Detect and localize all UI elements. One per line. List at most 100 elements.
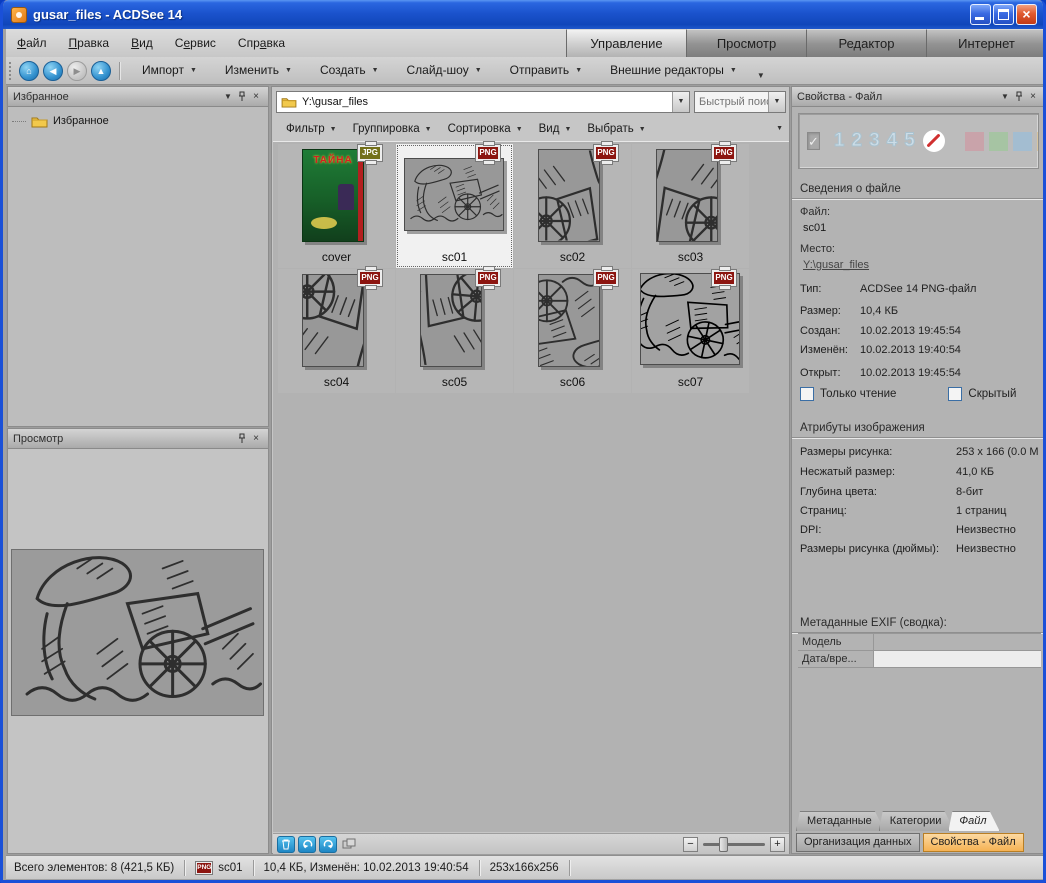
panel-close-icon[interactable]: × (249, 430, 263, 448)
rating-3[interactable]: 3 (869, 130, 880, 152)
preview-image[interactable] (11, 549, 264, 716)
hidden-checkbox[interactable] (948, 387, 962, 401)
exif-row-model[interactable]: Модель (798, 634, 1041, 651)
thumbnail-image[interactable] (302, 274, 364, 367)
zoom-slider-track[interactable] (703, 843, 765, 846)
thumbnail-image[interactable]: ТАЙНА (302, 149, 364, 242)
file-name-value[interactable]: sc01 (803, 222, 826, 234)
thumbnail-image[interactable] (538, 274, 600, 367)
thumbnail-image[interactable] (656, 149, 718, 242)
tab-metadata[interactable]: Метаданные (796, 811, 885, 831)
address-path[interactable]: Y:\gusar_files (297, 96, 672, 108)
select-button[interactable]: Выбрать▼ (579, 123, 653, 135)
menu-help[interactable]: Справка (227, 29, 296, 57)
window-title: gusar_files - ACDSee 14 (33, 7, 970, 22)
close-button[interactable]: × (1016, 4, 1037, 25)
search-dropdown-button[interactable]: ▼ (768, 92, 785, 112)
address-dropdown-button[interactable]: ▼ (672, 92, 689, 112)
minimize-button[interactable] (970, 4, 991, 25)
rating-1[interactable]: 1 (834, 130, 845, 152)
external-editors-button[interactable]: Внешние редакторы▼ (596, 57, 751, 84)
address-bar[interactable]: Y:\gusar_files ▼ (276, 91, 690, 113)
panel-close-icon[interactable]: × (249, 88, 263, 106)
create-button[interactable]: Создать▼ (306, 57, 393, 84)
favorites-tree-item[interactable]: Избранное (12, 112, 264, 130)
no-rating-icon[interactable] (923, 130, 945, 152)
tag-checkbox[interactable]: ✓ (807, 132, 820, 150)
toolbar-overflow-button[interactable]: ▼ (751, 68, 771, 84)
tab-file[interactable]: Файл (948, 811, 999, 831)
chevron-down-icon: ▼ (330, 126, 337, 133)
readonly-checkbox-item[interactable]: Только чтение (800, 387, 896, 401)
sort-button[interactable]: Сортировка▼ (440, 123, 531, 135)
title-bar[interactable]: gusar_files - ACDSee 14 × (3, 0, 1043, 29)
color-label-red[interactable] (965, 132, 984, 151)
pin-icon[interactable] (235, 88, 249, 106)
readonly-checkbox[interactable] (800, 387, 814, 401)
pin-icon[interactable] (235, 430, 249, 448)
color-label-blue[interactable] (1013, 132, 1032, 151)
organize-data-button[interactable]: Организация данных (796, 833, 920, 852)
thumbnail-cell-cover[interactable]: JPG ТАЙНА cover (278, 144, 395, 268)
menu-tools[interactable]: Сервис (164, 29, 227, 57)
thumbnail-cell-sc07[interactable]: PNG sc07 (632, 269, 749, 393)
maximize-button[interactable] (993, 4, 1014, 25)
hidden-checkbox-item[interactable]: Скрытый (948, 387, 1016, 401)
rotate-left-button[interactable] (298, 836, 316, 853)
dimensions-inches-value: Неизвестно (956, 543, 1016, 555)
thumbnail-cell-sc03[interactable]: PNG sc03 (632, 144, 749, 268)
thumbnail-cell-sc06[interactable]: PNG sc06 (514, 269, 631, 393)
thumbnail-cell-sc05[interactable]: PNG sc05 (396, 269, 513, 393)
thumbnail-cell-sc04[interactable]: PNG sc04 (278, 269, 395, 393)
file-location-link[interactable]: Y:\gusar_files (803, 259, 869, 271)
menu-edit[interactable]: Правка (58, 29, 121, 57)
panel-close-icon[interactable]: × (1026, 88, 1040, 106)
panel-menu-icon[interactable]: ▼ (221, 88, 235, 106)
thumbnail-cell-sc01[interactable]: PNG sc01 (396, 144, 513, 268)
up-button[interactable]: ▲ (91, 61, 111, 81)
favorites-panel-header: Избранное ▼ × (8, 87, 268, 107)
modify-button[interactable]: Изменить▼ (211, 57, 306, 84)
rating-5[interactable]: 5 (904, 130, 915, 152)
import-button[interactable]: Импорт▼ (128, 57, 211, 84)
type-label: Тип: (800, 283, 821, 295)
properties-file-button[interactable]: Свойства - Файл (923, 833, 1024, 852)
forward-button[interactable]: ▶ (67, 61, 87, 81)
filterbar-overflow-button[interactable]: ▼ (776, 125, 783, 132)
zoom-slider-handle[interactable] (719, 837, 728, 852)
thumbnail-image[interactable] (404, 158, 504, 231)
view-button[interactable]: Вид▼ (531, 123, 580, 135)
menu-view[interactable]: Вид (120, 29, 164, 57)
rating-4[interactable]: 4 (887, 130, 898, 152)
tab-online[interactable]: Интернет (926, 29, 1046, 57)
exif-row-datetime[interactable]: Дата/вре... (798, 651, 1041, 668)
group-button[interactable]: Группировка▼ (345, 123, 440, 135)
rating-2[interactable]: 2 (851, 130, 862, 152)
home-button[interactable]: ⌂ (19, 61, 39, 81)
send-button[interactable]: Отправить▼ (496, 57, 596, 84)
compare-button[interactable] (340, 836, 358, 853)
thumbnail-image[interactable] (538, 149, 600, 242)
menu-file[interactable]: Файл (6, 29, 58, 57)
filter-button[interactable]: Фильтр▼ (278, 123, 345, 135)
slideshow-button[interactable]: Слайд-шоу▼ (393, 57, 496, 84)
zoom-out-button[interactable]: − (683, 837, 698, 852)
thumbnail-cell-sc02[interactable]: PNG sc02 (514, 144, 631, 268)
tab-view[interactable]: Просмотр (686, 29, 806, 57)
delete-image-button[interactable] (277, 836, 295, 853)
color-label-tan[interactable] (1037, 132, 1039, 151)
tab-manage[interactable]: Управление (566, 29, 686, 57)
status-total: Всего элементов: 8 (421,5 КБ) (6, 860, 185, 876)
back-button[interactable]: ◀ (43, 61, 63, 81)
thumbnail-image[interactable] (420, 274, 482, 367)
zoom-in-button[interactable]: + (770, 837, 785, 852)
toolbar-grip[interactable] (9, 62, 13, 80)
quick-search-input[interactable] (695, 96, 768, 108)
panel-menu-icon[interactable]: ▼ (998, 88, 1012, 106)
tab-edit[interactable]: Редактор (806, 29, 926, 57)
tab-categories[interactable]: Категории (879, 811, 955, 831)
color-label-green[interactable] (989, 132, 1008, 151)
pin-icon[interactable] (1012, 88, 1026, 106)
rotate-right-button[interactable] (319, 836, 337, 853)
png-badge-icon: PNG (711, 144, 737, 162)
